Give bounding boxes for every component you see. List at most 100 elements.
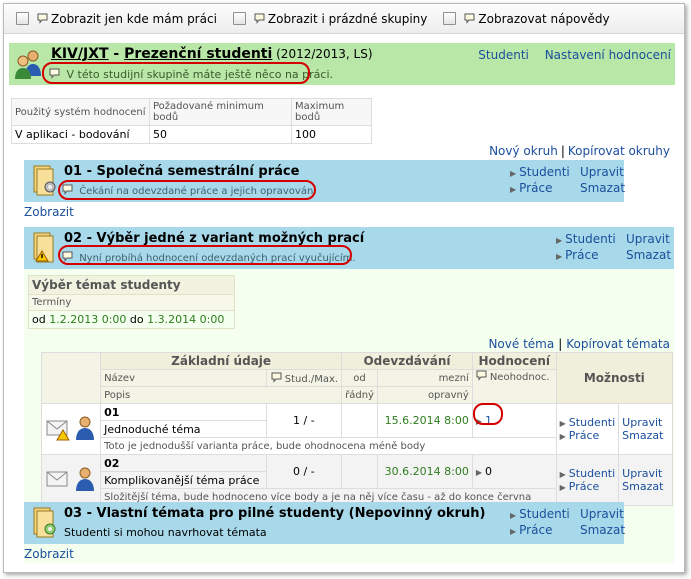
- section-03: 03 - Vlastní témata pro pilné studenty (…: [24, 502, 625, 544]
- section-actions: Nový okruh | Kopírovat okruhy: [489, 144, 670, 158]
- envelope-warning-icon: [46, 420, 70, 440]
- col-limit-header: mezní: [376, 369, 473, 387]
- col-regular-header: řádný: [341, 386, 378, 404]
- options-bar: Zobrazit jen kde mám práci Zobrazit i pr…: [4, 4, 684, 34]
- topics-table: Základní údaje Odevzdávání Hodnocení Mož…: [40, 352, 674, 506]
- info-header: Maximum bodů: [291, 98, 372, 126]
- topic-students-link[interactable]: Studenti: [569, 416, 615, 429]
- col-unrated-header: Neohodnoc.: [471, 369, 557, 404]
- topic-edit-links: Upravit Smazat: [618, 403, 673, 455]
- speech-bubble-icon: [271, 372, 282, 383]
- people-icon: [15, 50, 41, 79]
- speech-bubble-icon: [464, 13, 475, 24]
- section-works-link[interactable]: Práce: [519, 181, 552, 195]
- option-only-my-work[interactable]: Zobrazit jen kde mám práci: [16, 12, 217, 26]
- section-edit-link[interactable]: Upravit: [580, 165, 625, 179]
- topic-students-link[interactable]: Studenti: [569, 467, 615, 480]
- arrow-right-icon: ▶: [556, 252, 563, 261]
- course-code[interactable]: KIV/JXT: [51, 46, 109, 62]
- section-delete-link[interactable]: Smazat: [626, 248, 671, 262]
- topic-icons: [40, 454, 102, 506]
- table-row: 01 1 / - 15.6.2014 8:00 ▶ 1 ▶ Studenti ▶ Pr…: [40, 403, 673, 455]
- topic-edit-links: Upravit Smazat: [618, 454, 673, 506]
- topic-students: 1 / -: [265, 403, 343, 438]
- topic-edit-link[interactable]: Upravit: [622, 416, 669, 429]
- section-students-link[interactable]: Studenti: [519, 165, 570, 179]
- section-title: 02 - Výběr jedné z variant možných prací: [64, 231, 365, 246]
- terms-title: Výběr témat studenty: [28, 275, 235, 295]
- checkbox[interactable]: [232, 12, 246, 25]
- info-value: 50: [149, 125, 292, 144]
- info-header: Požadované minimum bodů: [149, 98, 292, 126]
- topic-edit-link[interactable]: Upravit: [622, 467, 669, 480]
- col-unrated-label: Neohodnoc.: [489, 372, 550, 383]
- new-topic-link[interactable]: Nové téma: [488, 337, 554, 351]
- topic-actions: Nové téma | Kopírovat témata: [488, 337, 670, 351]
- topic-limit-date: 15.6.2014 8:00: [376, 403, 473, 438]
- group-header-submission: Odevzdávání: [341, 352, 473, 370]
- section-links: ▶ Studenti ▶ Práce: [510, 507, 570, 537]
- copy-sections-link[interactable]: Kopírovat okruhy: [568, 144, 670, 158]
- col-name-header: Název: [100, 369, 267, 387]
- group-header-rating: Hodnocení: [471, 352, 557, 370]
- terms-from-date: 1.2.2013: [49, 313, 99, 326]
- speech-bubble-icon: [476, 370, 487, 381]
- new-section-link[interactable]: Nový okruh: [489, 144, 558, 158]
- topic-delete-link[interactable]: Smazat: [622, 429, 669, 442]
- terms-from-time: 0:00: [101, 313, 127, 326]
- main-content: KIV/JXT - Prezenční studenti (2012/2013,…: [4, 35, 684, 572]
- topic-number: 01: [100, 403, 267, 421]
- section-delete-link[interactable]: Smazat: [580, 523, 625, 537]
- table-row: 02 0 / - 30.6.2014 8:00 ▶ 0 ▶ Studenti ▶ Pr…: [40, 454, 673, 506]
- topic-links: ▶ Studenti ▶ Práce: [555, 403, 620, 455]
- topic-from: [341, 403, 378, 438]
- rating-settings-link[interactable]: Nastavení hodnocení: [545, 48, 671, 62]
- checkbox[interactable]: [443, 12, 457, 25]
- show-section-link[interactable]: Zobrazit: [24, 547, 74, 561]
- checkbox[interactable]: [16, 12, 29, 25]
- topic-number: 02: [100, 454, 267, 472]
- highlight-ring: [58, 245, 352, 265]
- option-label: Zobrazit i prázdné skupiny: [267, 11, 428, 26]
- option-label: Zobrazovat nápovědy: [478, 11, 610, 26]
- section-title: 03 - Vlastní témata pro pilné studenty (…: [64, 506, 486, 521]
- topic-icons: [40, 403, 102, 455]
- topic-name: Jednoduché téma: [100, 420, 267, 438]
- folder-gear-icon: [33, 507, 56, 538]
- group-links: Studenti Nastavení hodnocení: [466, 48, 671, 62]
- topic-from: [341, 454, 378, 489]
- col-from-header: od: [341, 369, 378, 387]
- section-students-link[interactable]: Studenti: [519, 507, 570, 521]
- topic-unrated: ▶ 0: [471, 454, 557, 489]
- arrow-right-icon: ▶: [559, 419, 566, 428]
- option-label: Zobrazit jen kde mám práci: [51, 11, 217, 26]
- section-edit-link[interactable]: Upravit: [580, 507, 625, 521]
- col-desc-header: Popis: [100, 386, 343, 404]
- copy-topics-link[interactable]: Kopírovat témata: [566, 337, 670, 351]
- students-link[interactable]: Studenti: [478, 48, 529, 62]
- arrow-right-icon: ▶: [475, 468, 482, 477]
- terms-table: Výběr témat studenty Termíny od 1.2.2013…: [28, 275, 235, 329]
- option-show-help[interactable]: Zobrazovat nápovědy: [443, 11, 610, 26]
- unrated-count: 0: [484, 465, 492, 478]
- section-delete-link[interactable]: Smazat: [580, 181, 625, 195]
- section-works-link[interactable]: Práce: [519, 523, 552, 537]
- topic-delete-link[interactable]: Smazat: [622, 480, 669, 493]
- section-edit-links: Upravit Smazat: [580, 165, 625, 195]
- user-icon: [75, 416, 94, 440]
- arrow-right-icon: ▶: [510, 511, 517, 520]
- topic-description: Toto je jednodušší varianta práce, bude …: [100, 437, 557, 455]
- topic-works-link[interactable]: Práce: [569, 429, 600, 442]
- section-edit-link[interactable]: Upravit: [626, 232, 671, 246]
- arrow-right-icon: ▶: [510, 169, 517, 178]
- option-show-empty-groups[interactable]: Zobrazit i prázdné skupiny: [232, 11, 428, 26]
- group-meta: (2012/2013, LS): [272, 47, 373, 61]
- speech-bubble-icon: [37, 13, 48, 24]
- topic-works-link[interactable]: Práce: [569, 480, 600, 493]
- show-section-link[interactable]: Zobrazit: [24, 205, 74, 219]
- group-name[interactable]: Prezenční studenti: [124, 46, 272, 62]
- info-value: V aplikaci - bodování: [11, 125, 150, 144]
- section-works-link[interactable]: Práce: [565, 248, 598, 262]
- section-students-link[interactable]: Studenti: [565, 232, 616, 246]
- section-title: 01 - Společná semestrální práce: [64, 164, 300, 179]
